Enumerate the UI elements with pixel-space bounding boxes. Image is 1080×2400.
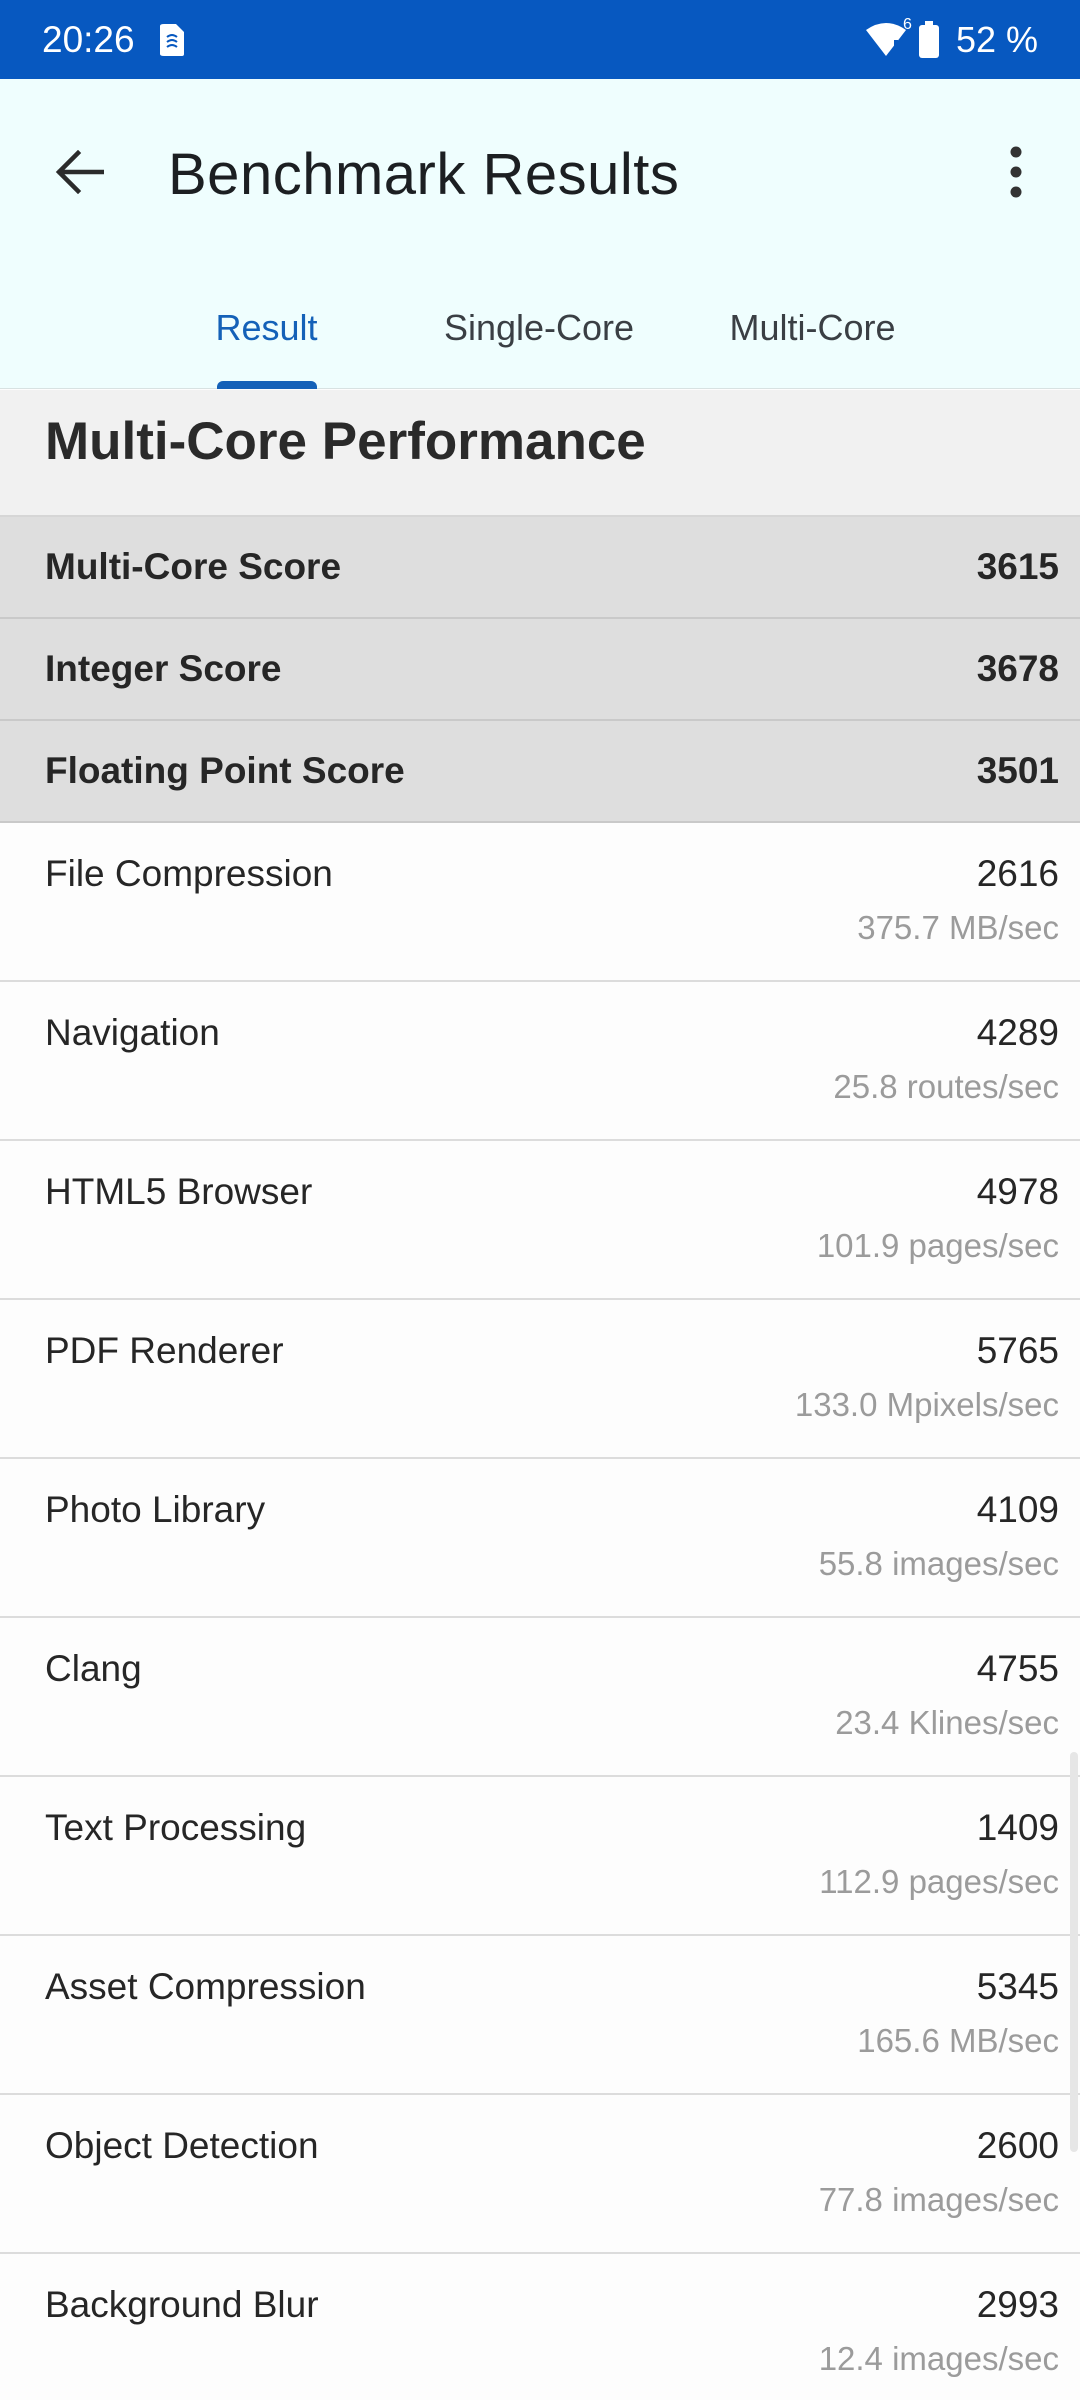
tab-single-core-label: Single-Core (443, 307, 635, 348)
score-value: 3501 (976, 750, 1059, 791)
benchmark-score: 2993 (976, 2284, 1059, 2325)
arrow-left-icon (55, 150, 104, 194)
benchmark-score: 2600 (976, 2125, 1059, 2166)
score-label: Floating Point Score (45, 750, 405, 791)
benchmark-score: 4755 (976, 1648, 1059, 1689)
benchmark-rate: 25.8 routes/sec (833, 1068, 1059, 1105)
benchmark-name: PDF Renderer (45, 1330, 284, 1371)
benchmark-row-photo-library: Photo Library 4109 55.8 images/sec (0, 1459, 1080, 1618)
active-tab-indicator (216, 381, 317, 389)
benchmark-name: Photo Library (45, 1489, 266, 1530)
benchmark-rate: 101.9 pages/sec (816, 1227, 1059, 1264)
benchmark-row-file-compression: File Compression 2616 375.7 MB/sec (0, 823, 1080, 982)
benchmark-row-clang: Clang 4755 23.4 Klines/sec (0, 1618, 1080, 1777)
section-header: Multi-Core Performance (0, 390, 1080, 517)
benchmark-row-navigation: Navigation 4289 25.8 routes/sec (0, 982, 1080, 1141)
score-value: 3615 (976, 546, 1059, 587)
benchmark-name: Asset Compression (45, 1966, 366, 2007)
status-time: 20:26 (42, 18, 135, 60)
tab-single-core[interactable]: Single-Core (418, 289, 660, 389)
benchmark-row-asset-compression: Asset Compression 5345 165.6 MB/sec (0, 1936, 1080, 2095)
section-title: Multi-Core Performance (45, 412, 646, 471)
score-row-integer: Integer Score 3678 (0, 619, 1080, 721)
benchmark-row-html5-browser: HTML5 Browser 4978 101.9 pages/sec (0, 1141, 1080, 1300)
benchmark-rate: 23.4 Klines/sec (835, 1704, 1059, 1741)
status-bar: 20:26 6 52 % (0, 0, 1080, 79)
benchmark-rate: 112.9 pages/sec (819, 1863, 1059, 1900)
score-value: 3678 (976, 648, 1059, 689)
score-label: Multi-Core Score (45, 546, 342, 587)
benchmark-score: 5345 (976, 1966, 1059, 2007)
benchmark-name: Clang (45, 1648, 142, 1689)
benchmark-row-object-detection: Object Detection 2600 77.8 images/sec (0, 2095, 1080, 2254)
wifi-generation-label: 6 (903, 15, 912, 33)
back-button[interactable] (46, 139, 112, 205)
sim-card-icon (159, 23, 185, 57)
battery-percent: 52 % (955, 18, 1038, 60)
benchmark-score: 1409 (976, 1807, 1059, 1848)
benchmark-name: Object Detection (45, 2125, 319, 2166)
benchmark-name: File Compression (45, 853, 333, 894)
benchmark-rate: 77.8 images/sec (818, 2181, 1059, 2218)
score-row-multi-core: Multi-Core Score 3615 (0, 517, 1080, 619)
tab-result[interactable]: Result (184, 289, 349, 389)
benchmark-name: Background Blur (45, 2284, 319, 2325)
benchmark-name: HTML5 Browser (45, 1171, 313, 1212)
benchmark-name: Text Processing (45, 1807, 307, 1848)
benchmark-rate: 165.6 MB/sec (857, 2022, 1059, 2059)
more-options-button[interactable] (988, 139, 1044, 205)
benchmark-score: 4289 (976, 1012, 1059, 1053)
benchmark-rate: 12.4 images/sec (818, 2340, 1059, 2377)
battery-icon (918, 20, 940, 59)
score-label: Integer Score (45, 648, 282, 689)
wifi-icon: 6 (864, 16, 912, 58)
benchmark-row-background-blur: Background Blur 2993 12.4 images/sec (0, 2254, 1080, 2400)
tab-multi-core[interactable]: Multi-Core (700, 289, 925, 389)
page-title: Benchmark Results (168, 142, 680, 207)
tab-bar: Result Single-Core Multi-Core (0, 289, 1080, 389)
benchmark-rate: 133.0 Mpixels/sec (794, 1386, 1059, 1423)
benchmark-name: Navigation (45, 1012, 220, 1053)
tab-result-label: Result (215, 307, 318, 348)
benchmark-row-pdf-renderer: PDF Renderer 5765 133.0 Mpixels/sec (0, 1300, 1080, 1459)
scrollbar[interactable] (1070, 1752, 1078, 2152)
benchmark-rate: 375.7 MB/sec (857, 909, 1059, 946)
benchmark-score: 4978 (976, 1171, 1059, 1212)
benchmark-rate: 55.8 images/sec (818, 1545, 1059, 1582)
app-bar: Benchmark Results Result Single-Core Mul… (0, 79, 1080, 389)
benchmark-row-text-processing: Text Processing 1409 112.9 pages/sec (0, 1777, 1080, 1936)
score-row-floating-point: Floating Point Score 3501 (0, 721, 1080, 823)
benchmark-score: 5765 (976, 1330, 1059, 1371)
tab-multi-core-label: Multi-Core (729, 307, 896, 348)
more-vert-icon (1010, 146, 1022, 198)
benchmark-score: 4109 (976, 1489, 1059, 1530)
benchmark-score: 2616 (976, 853, 1059, 894)
